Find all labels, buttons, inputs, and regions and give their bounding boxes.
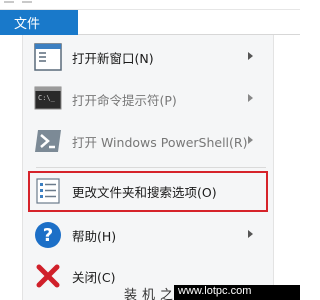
menu-item-label: 关闭(C) xyxy=(72,270,116,285)
file-tab-label: 文件 xyxy=(14,17,41,32)
new-window-icon xyxy=(34,43,62,71)
menu-item-label: 打开 Windows PowerShell(R) xyxy=(72,135,248,150)
quick-access-fragment xyxy=(22,1,32,3)
menu-item-command-prompt[interactable]: C:\_ 打开命令提示符(P) xyxy=(28,79,268,119)
window-top-strip xyxy=(0,0,300,10)
submenu-arrow-icon xyxy=(248,230,253,238)
help-icon: ? xyxy=(35,222,61,248)
menu-item-new-window[interactable]: 打开新窗口(N) xyxy=(28,37,268,77)
close-icon xyxy=(36,264,60,288)
menu-separator xyxy=(36,167,266,168)
svg-text:C:\_: C:\_ xyxy=(38,94,56,102)
menu-item-powershell[interactable]: 打开 Windows PowerShell(R) xyxy=(28,121,268,161)
powershell-icon xyxy=(35,130,61,152)
menu-item-label: 帮助(H) xyxy=(72,229,117,244)
menu-item-label: 打开命令提示符(P) xyxy=(72,93,177,108)
watermark: 装机之家 www.lotpc.com xyxy=(124,284,300,300)
quick-access-fragment xyxy=(4,1,14,3)
highlight-box xyxy=(28,171,268,212)
submenu-arrow-icon xyxy=(248,94,253,102)
command-prompt-icon: C:\_ xyxy=(34,86,62,110)
svg-text:?: ? xyxy=(43,225,53,246)
submenu-arrow-icon xyxy=(248,52,253,60)
submenu-arrow-icon xyxy=(248,136,253,144)
watermark-url: www.lotpc.com xyxy=(174,285,300,300)
file-tab[interactable]: 文件 xyxy=(0,10,78,35)
menu-item-label: 打开新窗口(N) xyxy=(72,51,154,66)
menu-item-help[interactable]: ? 帮助(H) xyxy=(28,215,268,255)
